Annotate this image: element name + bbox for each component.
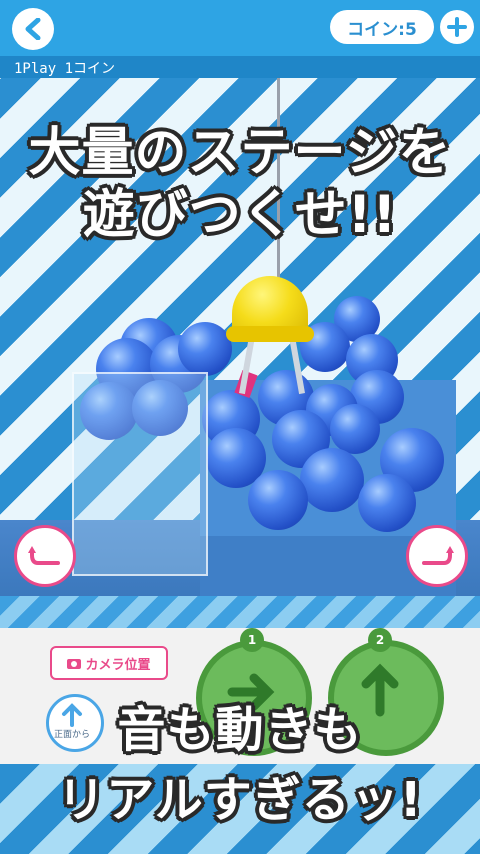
ball bbox=[358, 474, 416, 532]
play-button-1-number: 1 bbox=[240, 628, 264, 652]
chevron-left-icon bbox=[25, 18, 41, 40]
rotate-left-button[interactable] bbox=[14, 525, 76, 587]
headline-line-2: 遊びつくせ!! bbox=[82, 185, 398, 245]
plus-icon bbox=[447, 17, 467, 37]
camera-position-button[interactable]: カメラ位置 bbox=[50, 646, 168, 680]
camera-icon bbox=[67, 659, 82, 669]
rotate-left-icon bbox=[28, 546, 60, 565]
rotate-right-button[interactable] bbox=[406, 525, 468, 587]
rotate-right-icon bbox=[422, 546, 454, 565]
back-button[interactable] bbox=[12, 8, 54, 50]
panel-stripe bbox=[0, 596, 480, 628]
play-button-2-number: 2 bbox=[368, 628, 392, 652]
play-cost-text: 1Play 1コイン bbox=[14, 61, 116, 77]
camera-position-label: カメラ位置 bbox=[85, 657, 151, 673]
glass-drop-box bbox=[72, 372, 208, 576]
claw-rim bbox=[226, 326, 314, 342]
headline-line-4: リアルすぎるッ! bbox=[57, 772, 423, 828]
ball bbox=[178, 322, 232, 376]
ball bbox=[300, 448, 364, 512]
add-coin-button[interactable] bbox=[440, 10, 474, 44]
headline-line-3: 音も動きも bbox=[117, 702, 363, 758]
coin-balance: コイン:5 bbox=[330, 10, 434, 44]
ball bbox=[248, 470, 308, 530]
ball bbox=[330, 404, 380, 454]
